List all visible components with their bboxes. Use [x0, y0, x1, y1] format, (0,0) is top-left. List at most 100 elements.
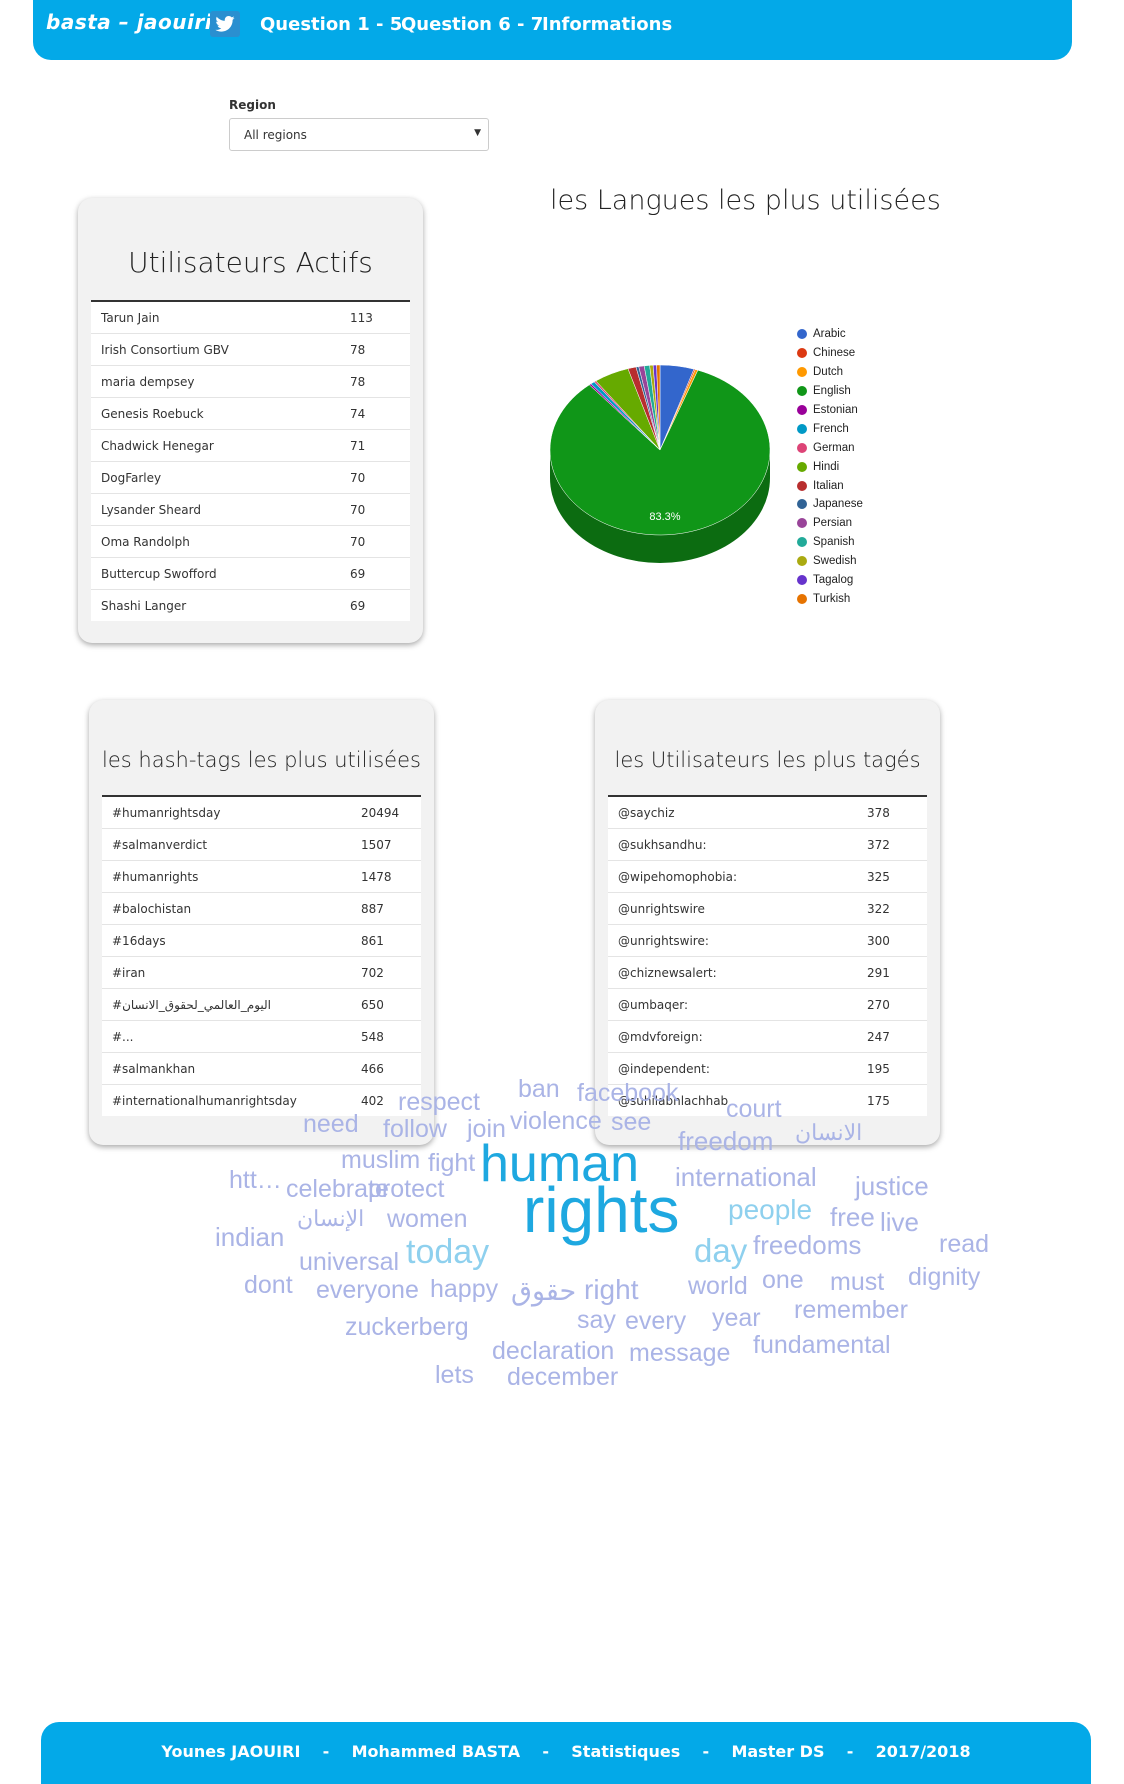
cloud-word: zuckerberg	[345, 1313, 469, 1341]
active-user-row: Tarun Jain 113	[91, 300, 410, 334]
tagged-user-row-count: 175	[857, 1084, 927, 1116]
cloud-word: حقوق	[511, 1276, 577, 1306]
cloud-word: fundamental	[753, 1331, 891, 1359]
legend-item[interactable]: Dutch	[797, 363, 863, 382]
cloud-word: justice	[855, 1171, 929, 1201]
nav-informations[interactable]: Informations	[542, 14, 672, 35]
active-users-title: Utilisateurs Actifs	[128, 246, 373, 279]
legend-dot-icon	[797, 499, 807, 510]
legend-dot-icon	[797, 537, 807, 548]
cloud-word: year	[712, 1304, 761, 1332]
hashtag-row-label: #balochistan	[102, 892, 351, 925]
hashtag-row-label: #...	[102, 1020, 351, 1053]
active-user-row-count: 70	[340, 525, 410, 558]
legend-item[interactable]: English	[797, 382, 863, 401]
legend-dot-icon	[797, 423, 807, 434]
pie-legend: Arabic Chinese Dutch English Estonian French G…	[797, 325, 863, 608]
hashtag-row: #internationalhumanrightsday 402	[102, 1084, 421, 1116]
cloud-word: lets	[435, 1361, 474, 1389]
hashtag-row-label: #humanrights	[102, 860, 351, 893]
twitter-icon[interactable]	[210, 11, 240, 37]
hashtags-title: les hash-tags les plus utilisées	[102, 748, 421, 772]
active-user-row-label: Irish Consortium GBV	[91, 333, 340, 366]
region-select-value: All regions	[244, 128, 307, 142]
cloud-word: today	[406, 1233, 490, 1271]
active-user-row: Irish Consortium GBV 78	[91, 333, 410, 366]
legend-dot-icon	[797, 593, 807, 604]
tagged-user-row: @mdvforeign: 247	[608, 1020, 927, 1053]
legend-dot-icon	[797, 461, 807, 472]
legend-item[interactable]: Persian	[797, 514, 863, 533]
cloud-word: december	[507, 1363, 619, 1391]
cloud-word: remember	[794, 1296, 908, 1324]
legend-label: Swedish	[813, 555, 857, 568]
hashtag-row: #16days 861	[102, 924, 421, 957]
cloud-word: rights	[523, 1174, 680, 1246]
hashtags-table: #humanrightsday 20494 #salmanverdict 1507 #h…	[102, 795, 421, 1116]
legend-item[interactable]: Arabic	[797, 325, 863, 344]
cloud-word: every	[625, 1307, 687, 1335]
cloud-word: free	[830, 1202, 875, 1232]
tagged-user-row-count: 322	[857, 892, 927, 925]
active-user-row-count: 78	[340, 333, 410, 366]
legend-item[interactable]: Spanish	[797, 533, 863, 552]
tagged-user-row: @unrightswire: 300	[608, 924, 927, 957]
hashtag-row-label: #16days	[102, 924, 351, 957]
tagged-user-row-label: @suhilabnlachhab	[608, 1084, 857, 1116]
cloud-word: right	[584, 1274, 639, 1305]
legend-item[interactable]: Swedish	[797, 552, 863, 571]
cloud-word: fight	[428, 1149, 476, 1177]
hashtag-row-label: #internationalhumanrightsday	[102, 1084, 351, 1116]
cloud-word: declaration	[492, 1337, 615, 1365]
tagged-user-row-label: @mdvforeign:	[608, 1020, 857, 1053]
hashtag-row-count: 702	[351, 956, 421, 989]
cloud-word: freedoms	[753, 1230, 862, 1260]
tagged-user-row: @umbaqer: 270	[608, 988, 927, 1021]
hashtag-row-label: #iran	[102, 956, 351, 989]
tagged-user-row-label: @umbaqer:	[608, 988, 857, 1021]
legend-item[interactable]: Hindi	[797, 457, 863, 476]
legend-label: Persian	[813, 517, 852, 530]
tagged-user-row-label: @independent:	[608, 1052, 857, 1085]
nav-question-6-7[interactable]: Question 6 - 7	[401, 14, 543, 35]
legend-label: Turkish	[813, 592, 851, 605]
active-user-row-count: 78	[340, 365, 410, 398]
legend-label: Arabic	[813, 328, 846, 341]
legend-item[interactable]: Chinese	[797, 344, 863, 363]
tagged-user-row-count: 291	[857, 956, 927, 989]
active-user-row-label: maria dempsey	[91, 365, 340, 398]
nav-question-1-5[interactable]: Question 1 - 5	[260, 14, 402, 35]
hashtag-row-label: #humanrightsday	[102, 795, 351, 829]
hashtag-row: #salmanverdict 1507	[102, 828, 421, 861]
hashtag-row-count: 20494	[351, 795, 421, 829]
cloud-word: say	[577, 1306, 616, 1334]
legend-dot-icon	[797, 575, 807, 586]
active-user-row: DogFarley 70	[91, 461, 410, 494]
region-select[interactable]: All regions ▼	[229, 118, 489, 151]
legend-item[interactable]: Italian	[797, 476, 863, 495]
language-pie-chart: 83.3%	[549, 364, 771, 563]
legend-item[interactable]: Japanese	[797, 495, 863, 514]
active-user-row: Buttercup Swofford 69	[91, 557, 410, 590]
cloud-word: everyone	[316, 1276, 419, 1304]
legend-dot-icon	[797, 518, 807, 529]
cloud-word: one	[762, 1266, 804, 1294]
hashtag-row-count: 1478	[351, 860, 421, 893]
legend-item[interactable]: Turkish	[797, 589, 863, 608]
tagged-users-card: les Utilisateurs les plus tagés @saychiz…	[595, 700, 940, 1145]
chevron-down-icon: ▼	[474, 128, 481, 138]
hashtag-row-count: 861	[351, 924, 421, 957]
cloud-word: htt…	[229, 1166, 282, 1194]
hashtag-row: #اليوم_العالمي_لحقوق_الانسان 650	[102, 988, 421, 1021]
legend-item[interactable]: Estonian	[797, 401, 863, 420]
hashtag-row: #balochistan 887	[102, 892, 421, 925]
legend-item[interactable]: German	[797, 438, 863, 457]
legend-item[interactable]: French	[797, 419, 863, 438]
tagged-users-title: les Utilisateurs les plus tagés	[614, 748, 921, 772]
brand-logo[interactable]: basta – jaouiri	[46, 10, 212, 34]
tagged-user-row-label: @chiznewsalert:	[608, 956, 857, 989]
legend-label: French	[813, 422, 849, 435]
legend-item[interactable]: Tagalog	[797, 571, 863, 590]
tagged-user-row-count: 372	[857, 828, 927, 861]
active-users-table: Tarun Jain 113 Irish Consortium GBV 78 maria…	[91, 300, 410, 621]
